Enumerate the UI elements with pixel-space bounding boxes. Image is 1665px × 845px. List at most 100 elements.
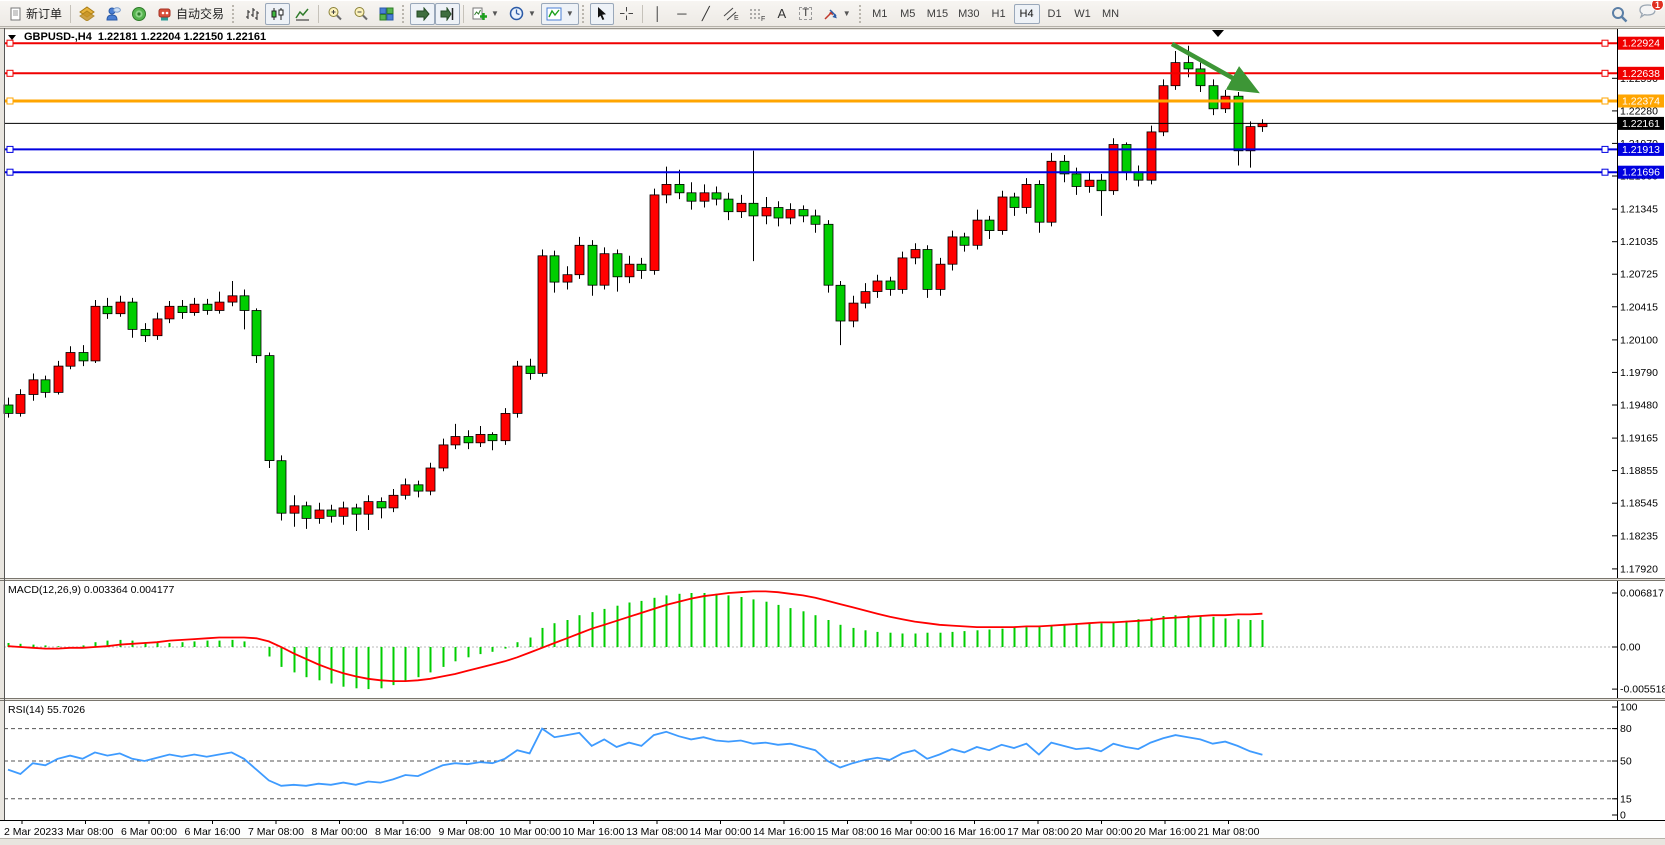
- cursor-tool-button[interactable]: [590, 3, 614, 25]
- horizontal-line-tool-button[interactable]: ─: [670, 3, 694, 25]
- timeframe-button-m30[interactable]: M30: [954, 4, 983, 24]
- svg-text:E: E: [734, 15, 739, 21]
- timeframe-button-w1[interactable]: W1: [1070, 4, 1096, 24]
- svg-text:1.21913: 1.21913: [1622, 144, 1660, 156]
- new-chart-button[interactable]: ▼: [467, 3, 504, 25]
- dropdown-caret-icon: ▼: [843, 9, 851, 18]
- svg-text:1.17920: 1.17920: [1620, 563, 1658, 575]
- hline-handle[interactable]: [7, 146, 13, 152]
- line-chart-button[interactable]: [290, 3, 315, 25]
- svg-text:0.00: 0.00: [1620, 642, 1641, 654]
- crosshair-tool-button[interactable]: [614, 3, 639, 25]
- trendline-tool-button[interactable]: ╱: [694, 3, 718, 25]
- toolbar: 新订单 自动交易: [0, 1, 1665, 27]
- svg-text:1.19480: 1.19480: [1620, 400, 1658, 412]
- svg-text:50: 50: [1620, 756, 1632, 768]
- timeframe-button-h4[interactable]: H4: [1014, 4, 1040, 24]
- svg-text:0.006817: 0.006817: [1620, 588, 1664, 600]
- crosshair-icon: [619, 6, 634, 21]
- svg-text:1.20100: 1.20100: [1620, 334, 1658, 346]
- auto-scroll-icon: [415, 7, 430, 21]
- search-icon[interactable]: [1611, 6, 1628, 23]
- gold-chart-icon: [79, 6, 95, 21]
- auto-trading-button[interactable]: 自动交易: [152, 3, 229, 25]
- fibonacci-icon: F: [749, 7, 765, 21]
- trendline-icon: ╱: [702, 7, 710, 20]
- new-chart-icon: [472, 7, 487, 21]
- toolbar-grip[interactable]: [859, 5, 862, 23]
- hline-handle[interactable]: [1602, 40, 1608, 46]
- zoom-in-button[interactable]: [322, 3, 348, 25]
- profile-cloud-icon: [105, 6, 121, 21]
- indicators-icon: [546, 7, 562, 21]
- text-label-icon: T: [799, 7, 812, 20]
- notifications-button[interactable]: 1: [1638, 3, 1657, 25]
- hline-handle[interactable]: [1602, 98, 1608, 104]
- text-tool-button[interactable]: A: [770, 3, 794, 25]
- new-order-button[interactable]: 新订单: [4, 3, 67, 25]
- toolbar-grip[interactable]: [232, 5, 235, 23]
- hline-handle[interactable]: [1602, 70, 1608, 76]
- periods-button[interactable]: ▼: [504, 3, 541, 25]
- dropdown-caret-icon: ▼: [528, 9, 536, 18]
- hline-handle[interactable]: [7, 70, 13, 76]
- svg-text:1.18855: 1.18855: [1620, 465, 1658, 477]
- indicators-button[interactable]: ▼: [541, 3, 579, 25]
- channel-tool-button[interactable]: E: [718, 3, 744, 25]
- market-watch-button[interactable]: [74, 3, 100, 25]
- cursor-icon: [595, 6, 609, 21]
- dropdown-caret-icon: ▼: [566, 9, 574, 18]
- fibonacci-tool-button[interactable]: F: [744, 3, 770, 25]
- new-order-icon: [9, 7, 23, 21]
- arrows-tool-button[interactable]: ▼: [818, 3, 856, 25]
- signals-button[interactable]: [126, 3, 152, 25]
- svg-text:13 Mar 08:00: 13 Mar 08:00: [626, 826, 688, 838]
- hline-handle[interactable]: [7, 40, 13, 46]
- hline-handle[interactable]: [1602, 169, 1608, 175]
- svg-text:7 Mar 08:00: 7 Mar 08:00: [248, 826, 304, 838]
- svg-text:1.22161: 1.22161: [1622, 118, 1660, 130]
- svg-text:10 Mar 16:00: 10 Mar 16:00: [563, 826, 625, 838]
- signal-radar-icon: [131, 6, 147, 21]
- svg-text:8 Mar 00:00: 8 Mar 00:00: [311, 826, 367, 838]
- svg-text:20 Mar 16:00: 20 Mar 16:00: [1134, 826, 1196, 838]
- auto-scroll-button[interactable]: [410, 3, 435, 25]
- svg-text:1.19790: 1.19790: [1620, 367, 1658, 379]
- vertical-line-tool-button[interactable]: │: [646, 3, 670, 25]
- timeframe-button-m5[interactable]: M5: [895, 4, 921, 24]
- svg-text:14 Mar 00:00: 14 Mar 00:00: [690, 826, 752, 838]
- svg-text:-0.005518: -0.005518: [1620, 684, 1665, 696]
- tile-windows-button[interactable]: [374, 3, 399, 25]
- timeframe-button-mn[interactable]: MN: [1098, 4, 1124, 24]
- svg-text:1.22638: 1.22638: [1622, 68, 1660, 80]
- zoom-out-button[interactable]: [348, 3, 374, 25]
- text-label-tool-button[interactable]: T: [794, 3, 818, 25]
- svg-text:21 Mar 08:00: 21 Mar 08:00: [1198, 826, 1260, 838]
- chart-canvas[interactable]: 1.225901.222801.219701.216601.213451.210…: [0, 27, 1665, 845]
- timeframe-button-m1[interactable]: M1: [867, 4, 893, 24]
- timeframe-button-m15[interactable]: M15: [923, 4, 952, 24]
- svg-text:1.18235: 1.18235: [1620, 530, 1658, 542]
- toolbar-grip[interactable]: [582, 5, 585, 23]
- bar-chart-button[interactable]: [240, 3, 265, 25]
- toolbar-grip[interactable]: [402, 5, 405, 23]
- timeframe-button-h1[interactable]: H1: [986, 4, 1012, 24]
- svg-text:3 Mar 08:00: 3 Mar 08:00: [57, 826, 113, 838]
- svg-text:6 Mar 00:00: 6 Mar 00:00: [121, 826, 177, 838]
- svg-text:1.20415: 1.20415: [1620, 301, 1658, 313]
- svg-text:100: 100: [1620, 702, 1638, 714]
- horizontal-line-icon: ─: [677, 7, 686, 20]
- hline-handle[interactable]: [7, 169, 13, 175]
- svg-text:1.19165: 1.19165: [1620, 433, 1658, 445]
- chart-shift-button[interactable]: [435, 3, 460, 25]
- hline-handle[interactable]: [7, 98, 13, 104]
- profile-button[interactable]: [100, 3, 126, 25]
- candlestick-chart-button[interactable]: [265, 3, 290, 25]
- timeframe-button-d1[interactable]: D1: [1042, 4, 1068, 24]
- chart-workspace: 1.225901.222801.219701.216601.213451.210…: [0, 27, 1665, 845]
- svg-text:10 Mar 00:00: 10 Mar 00:00: [499, 826, 561, 838]
- zoom-out-icon: [353, 6, 369, 21]
- svg-text:20 Mar 00:00: 20 Mar 00:00: [1071, 826, 1133, 838]
- hline-handle[interactable]: [1602, 146, 1608, 152]
- svg-text:16 Mar 16:00: 16 Mar 16:00: [944, 826, 1006, 838]
